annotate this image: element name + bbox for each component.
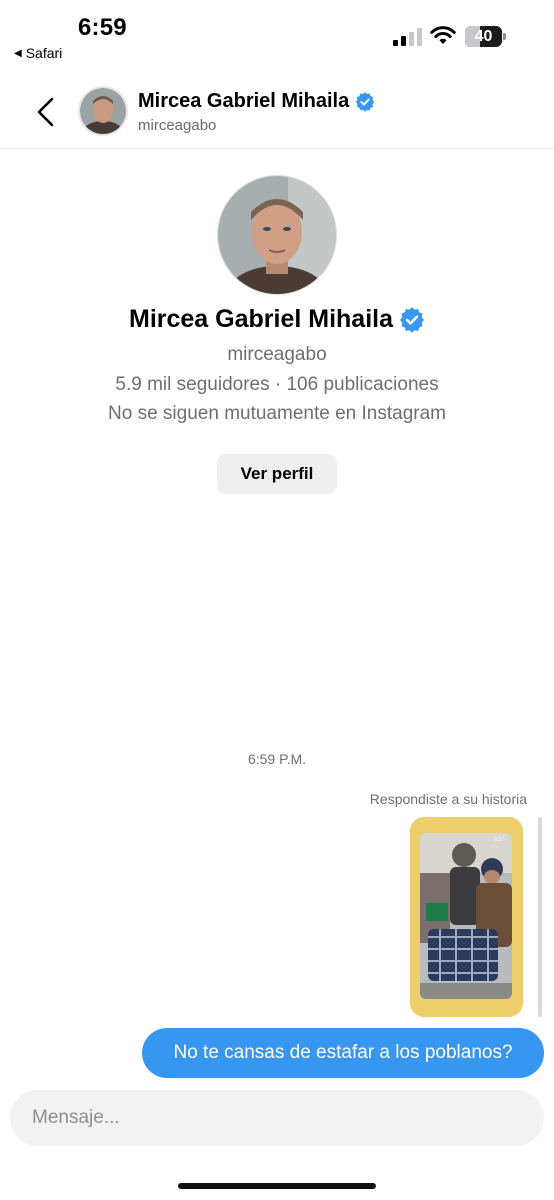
verified-badge-icon [400, 306, 424, 333]
story-reply-label: Respondiste a su historia [369, 791, 527, 807]
home-indicator[interactable] [178, 1183, 376, 1189]
message-input[interactable] [10, 1090, 544, 1146]
profile-avatar[interactable] [217, 175, 337, 295]
story-image: 6:57 [420, 833, 512, 999]
header-avatar[interactable] [78, 86, 128, 136]
profile-relationship: No se siguen mutuamente en Instagram [108, 403, 446, 424]
wifi-icon [430, 26, 456, 44]
scroll-indicator[interactable] [538, 817, 542, 1017]
verified-badge-icon [356, 91, 375, 112]
sent-message-bubble[interactable]: No te cansas de estafar a los poblanos? [142, 1028, 544, 1078]
back-arrow-icon: ◀ [14, 47, 22, 59]
message-timestamp: 6:59 P.M. [247, 751, 307, 767]
profile-name-row: Mircea Gabriel Mihaila [0, 305, 554, 334]
profile-stats: 5.9 mil seguidores · 106 publicaciones [115, 374, 439, 395]
profile-username: mirceagabo [227, 344, 327, 365]
back-to-app-link[interactable]: ◀ Safari [14, 45, 62, 61]
story-reply-thumbnail[interactable]: 6:57 [410, 817, 523, 1017]
profile-name: Mircea Gabriel Mihaila [129, 305, 393, 333]
header-username: mirceagabo [138, 117, 217, 134]
header-name: Mircea Gabriel Mihaila [138, 90, 350, 112]
view-profile-button[interactable]: Ver perfil [217, 454, 337, 494]
back-chevron-icon[interactable] [32, 96, 60, 128]
svg-text:6:57: 6:57 [494, 837, 504, 843]
status-time: 6:59 [78, 14, 127, 41]
back-app-label: Safari [25, 45, 63, 61]
header-name-row[interactable]: Mircea Gabriel Mihaila [138, 90, 375, 113]
battery-icon: 40 [465, 26, 507, 47]
battery-percent: 40 [474, 28, 493, 45]
sent-message-text: No te cansas de estafar a los poblanos? [173, 1042, 513, 1063]
signal-icon [393, 28, 422, 46]
header-divider [0, 148, 554, 149]
